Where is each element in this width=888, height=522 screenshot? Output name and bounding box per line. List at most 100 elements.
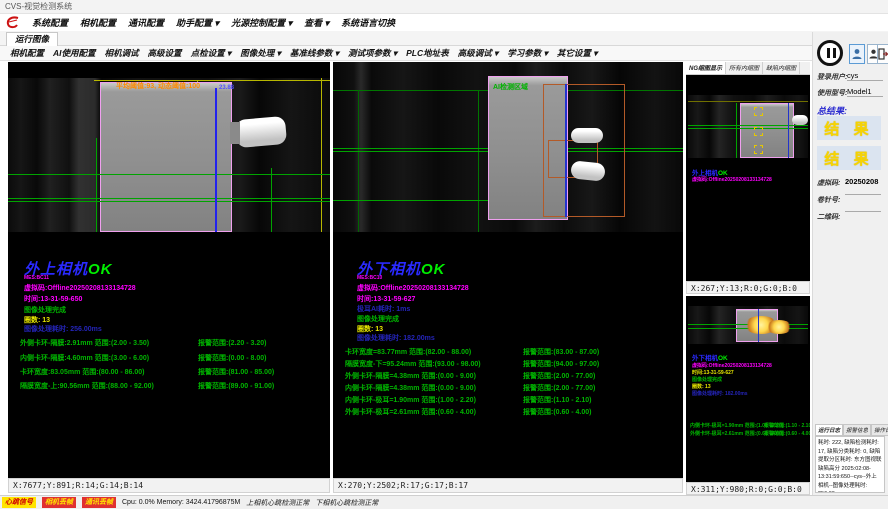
tool-baseline-params[interactable]: 基准线参数 ▾ (290, 47, 339, 59)
result-display-2: 结 果 (817, 146, 881, 170)
camera-frameloss-badge: 相机丢帧 (42, 497, 76, 508)
lower-camera-heartbeat-status: 下相机心跳检测正常 (315, 498, 378, 508)
tool-other-settings[interactable]: 其它设置 ▾ (557, 47, 598, 59)
login-user-label: 登录用户: (817, 72, 847, 82)
app-logo-icon (6, 16, 20, 29)
camera-image-outer-top[interactable]: 平均阈值:93, 动态阈值:100 23.88 (8, 78, 330, 232)
comm-frameloss-badge: 通讯丢帧 (82, 497, 116, 508)
pin-number-value (845, 194, 881, 195)
overlay-blue-line (758, 309, 759, 342)
tool-camera-config[interactable]: 相机配置 (10, 47, 44, 59)
menu-item-system-config[interactable]: 系统配置 (32, 16, 68, 29)
menu-item-camera-config[interactable]: 相机配置 (80, 16, 116, 29)
tool-test-params[interactable]: 测试项参数 ▾ (348, 47, 397, 59)
overlay-green-vline (271, 168, 272, 232)
alarm-range: 报警范围:(0.60 - 4.00) (523, 407, 591, 417)
time-line: 时间:13-31-59-650 (24, 294, 82, 304)
virtual-code-label: 虚拟码: (817, 178, 840, 188)
measurement-row: 外侧卡环-隔膜=4.38mm 范围:(0.00 - 9.00) (345, 371, 476, 381)
thumb-image-outer-top[interactable] (688, 95, 808, 158)
bottom-status-bar: 心跳信号 相机丢帧 通讯丢帧 Cpu: 0.0% Memory: 3424.41… (0, 495, 888, 509)
thumb-result-title: 外下相机OK (692, 352, 728, 362)
menu-item-language-switch[interactable]: 系统语言切换 (341, 16, 395, 29)
clamp-shape (230, 122, 240, 144)
time-line: 时间:13-31-59-627 (692, 369, 734, 376)
alarm-range: 报警范围:(2.20 - 3.20) (198, 338, 266, 348)
thumb-image-outer-bottom[interactable] (688, 306, 808, 344)
camera-panel-outer-top: 平均阈值:93, 动态阈值:100 23.88 外上相机OK MES:BC11 … (8, 62, 330, 478)
camera-name: 外下相机 (692, 355, 718, 362)
virtual-code-line: 虚拟码:Offline20250208133134728 (692, 362, 772, 369)
overlay-green-line (688, 128, 808, 129)
log-tab-operation[interactable]: 操作日志 (871, 424, 888, 436)
overlay-green-line (8, 174, 232, 175)
electrode-tab-blob (792, 115, 808, 125)
overlay-yellow-line (688, 101, 808, 102)
tool-learning-params[interactable]: 学习参数 ▾ (507, 47, 548, 59)
thumb-panel-outer-bottom: 外下相机OK 虚拟码:Offline20250208133134728 时间:1… (686, 296, 810, 482)
process-cost-line: 图像处理耗时: 182.00ms (692, 390, 748, 397)
upper-camera-heartbeat-status: 上相机心跳检测正常 (246, 498, 309, 508)
log-tab-alarm[interactable]: 报警信息 (843, 424, 871, 436)
tool-ai-config[interactable]: AI使用配置 (53, 47, 96, 59)
tool-advanced-debug[interactable]: 高级调试 ▾ (458, 47, 499, 59)
measurement-row: 隔膜宽度-下=95.24mm 范围:(93.00 - 98.00) (345, 359, 481, 369)
menu-item-assist-config[interactable]: 助手配置 ▾ (176, 16, 219, 29)
alarm-range: 报警范围:(2.00 - 77.00) (523, 383, 595, 393)
ok-status: OK (718, 355, 728, 362)
thumb-tab-defect[interactable]: 缺陷内缩图 (763, 62, 800, 74)
tab-strip: 运行图像 (0, 31, 888, 46)
pause-icon (827, 48, 830, 58)
login-user-button[interactable] (849, 44, 865, 64)
tool-image-processing[interactable]: 图像处理 ▾ (240, 47, 281, 59)
login-user-value: cys (847, 71, 883, 81)
tool-plc-address[interactable]: PLC地址表 (406, 47, 449, 59)
alarm-range: 报警范围:(0.00 - 8.00) (198, 353, 266, 363)
defect-marker (754, 145, 763, 154)
overlay-green-line (8, 198, 330, 199)
title-bar: CVS-视觉检测系统 (0, 0, 888, 14)
overlay-green-line (232, 174, 330, 175)
defect-marker (754, 127, 763, 136)
blue-measure-label: 23.88 (219, 85, 234, 91)
overlay-green-line (333, 200, 493, 201)
product-region (740, 103, 794, 158)
log-tab-run[interactable]: 运行日志 (815, 424, 843, 436)
ok-status: OK (421, 261, 446, 278)
qr-code-label: 二维码: (817, 212, 840, 222)
process-done-line: 图像处理完成 (24, 305, 66, 315)
virtual-code-value: 20250208 (845, 177, 881, 186)
camera-image-outer-bottom[interactable]: AI检测区域 (333, 62, 683, 232)
log-text-area[interactable]: 耗时: 222, 缺陷检测耗时: 17, 缺陷分类耗时: 0, 缺陷提取分区耗时… (815, 436, 885, 493)
pause-icon (833, 48, 836, 58)
thumb-tab-ng[interactable]: NG缩图显示 (686, 62, 726, 74)
thumb-tab-all[interactable]: 所有内缩图 (726, 62, 763, 74)
logout-button[interactable] (877, 44, 888, 64)
pause-button[interactable] (817, 40, 843, 66)
process-cost-line: 图像处理耗时: 182.00ms (357, 333, 435, 343)
alarm-range: 报警范围:(1.10 - 2.10) (764, 422, 810, 429)
tool-bar: 相机配置 AI使用配置 相机调试 高级设置 点检设置 ▾ 图像处理 ▾ 基准线参… (0, 46, 888, 61)
virtual-code-line: 虚拟码:Offline20250208133134728 (24, 283, 136, 293)
threshold-overlay-text: 平均阈值:93, 动态阈值:100 (116, 81, 200, 91)
mes-line: MES:BC10 (357, 275, 382, 281)
menu-bar: 系统配置 相机配置 通讯配置 助手配置 ▾ 光源控制配置 ▾ 查看 ▾ 系统语言… (0, 14, 888, 31)
pixel-readout-outer-bottom: X:270;Y:2502;R:17;G:17;B:17 (333, 478, 683, 493)
tool-camera-debug[interactable]: 相机调试 (105, 47, 139, 59)
tool-spot-check[interactable]: 点检设置 ▾ (191, 47, 232, 59)
measurement-row: 内侧卡环-隔膜=4.38mm 范围:(0.00 - 9.00) (345, 383, 476, 393)
defect-marker (754, 107, 763, 116)
result-display-1: 结 果 (817, 116, 881, 140)
alarm-range: 报警范围:(81.00 - 85.00) (198, 367, 274, 377)
highlight-glow (766, 320, 792, 334)
menu-item-light-control[interactable]: 光源控制配置 ▾ (231, 16, 292, 29)
menu-item-comm-config[interactable]: 通讯配置 (128, 16, 164, 29)
alarm-range: 报警范围:(2.00 - 77.00) (523, 371, 595, 381)
qr-code-value (845, 211, 881, 212)
overlay-blue-line (565, 84, 567, 217)
overlay-green-vline (96, 138, 97, 232)
tool-advanced-settings[interactable]: 高级设置 (148, 47, 182, 59)
virtual-code-line: 虚拟码:Offline20250208133134728 (692, 176, 772, 183)
measurement-row: 内侧卡环-极耳=1.90mm 范围:(1.00 - 2.20) (345, 395, 476, 405)
menu-item-view[interactable]: 查看 ▾ (304, 16, 329, 29)
